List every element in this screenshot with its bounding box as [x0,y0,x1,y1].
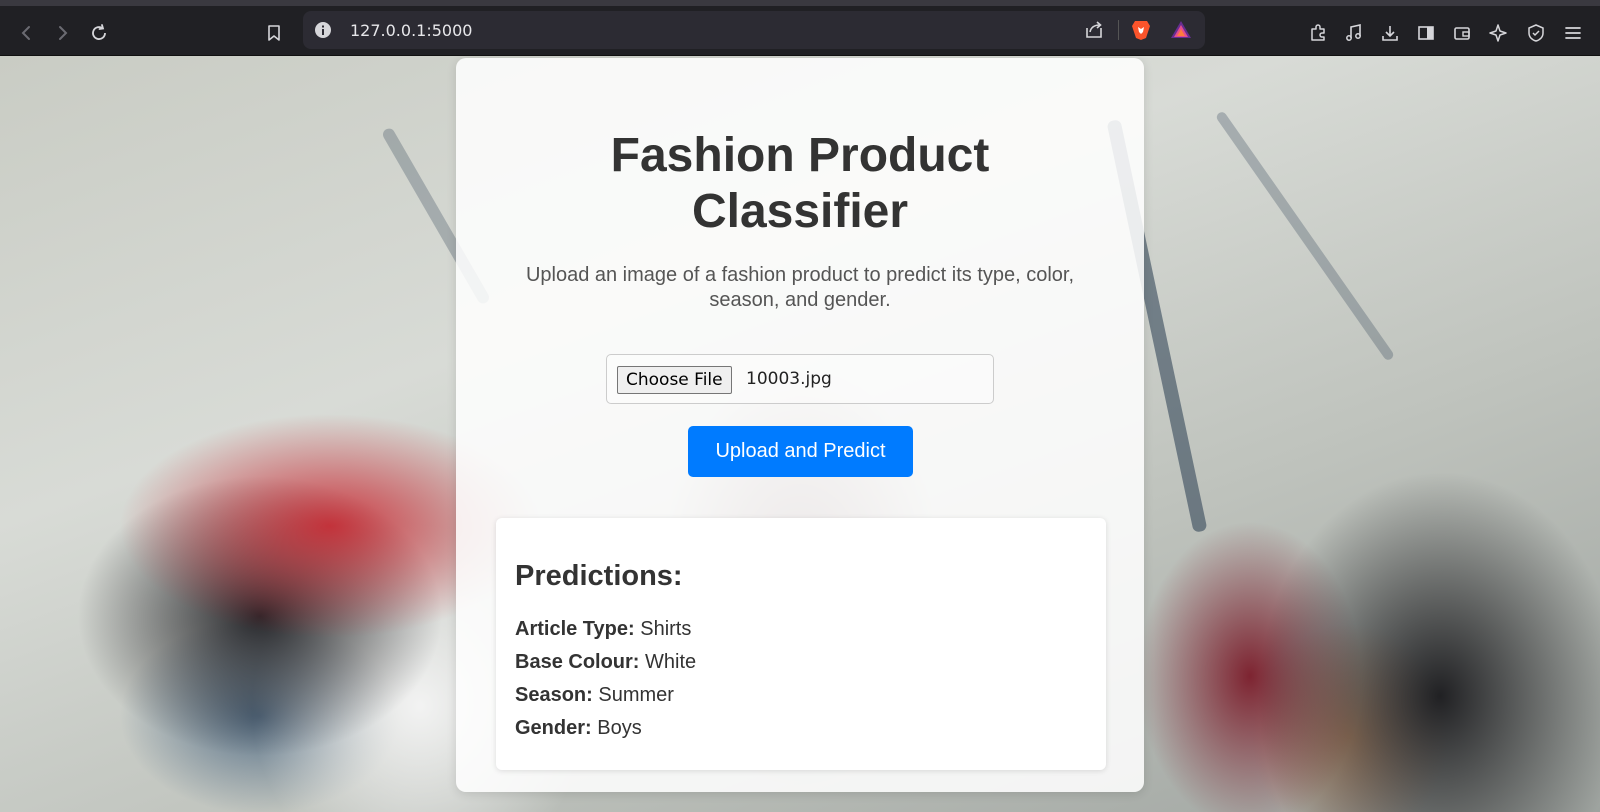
leo-ai-button[interactable] [1485,19,1513,47]
wallet-icon [1454,27,1470,40]
prediction-label: Base Colour: [515,651,640,673]
address-bar-divider [1118,20,1119,40]
subtitle-line-1: Upload an image of a fashion product to … [525,264,1075,286]
page-title-line-1: Fashion Product [610,129,990,182]
reload-button[interactable] [85,19,113,47]
prediction-label: Season: [515,684,593,706]
prediction-gender: Gender: Boys [515,717,642,740]
prediction-article-type: Article Type: Shirts [515,618,691,641]
media-button[interactable] [1340,19,1368,47]
puzzle-icon [1311,24,1325,41]
site-info-icon[interactable] [313,20,333,40]
prediction-label: Gender: [515,717,592,739]
page-subtitle: Upload an image of a fashion product to … [496,263,1104,313]
prediction-base-colour: Base Colour: White [515,651,696,674]
page-title-line-2: Classifier [691,185,909,238]
page-title: Fashion Product Classifier [456,128,1144,240]
reload-icon [92,24,106,40]
sparkle-icon [1489,24,1507,42]
bookmark-button[interactable] [260,19,288,47]
chevron-left-icon [21,26,30,40]
page-background: Fashion Product Classifier Upload an ima… [0,56,1600,812]
upload-and-predict-button[interactable]: Upload and Predict [688,426,913,477]
prediction-value: Boys [597,717,642,739]
url-text[interactable]: 127.0.0.1:5000 [350,21,472,40]
downloads-button[interactable] [1376,19,1404,47]
chevron-right-icon [59,26,68,40]
background-decoration [1214,110,1396,362]
choose-file-button[interactable]: Choose File [617,366,732,394]
prediction-season: Season: Summer [515,684,674,707]
prediction-value: Shirts [640,618,692,640]
subtitle-line-2: season, and gender. [709,289,891,311]
vpn-button[interactable] [1522,19,1550,47]
predictions-heading: Predictions: [515,560,683,592]
brave-rewards-icon[interactable] [1169,18,1193,42]
prediction-value: Summer [598,684,674,706]
music-note-icon [1346,24,1361,41]
prediction-label: Article Type: [515,618,635,640]
wallet-button[interactable] [1448,19,1476,47]
selected-file-name: 10003.jpg [746,369,832,389]
brave-shields-icon[interactable] [1129,18,1153,42]
share-icon[interactable] [1083,19,1105,41]
sidebar-icon [1418,26,1434,40]
predictions-panel: Predictions: Article Type: Shirts Base C… [496,518,1106,770]
back-button[interactable] [13,19,41,47]
classifier-card: Fashion Product Classifier Upload an ima… [456,58,1144,792]
browser-toolbar: 127.0.0.1:5000 [0,6,1600,56]
menu-button[interactable] [1559,19,1587,47]
download-icon [1382,26,1398,41]
shield-icon [1528,24,1544,42]
bookmark-icon [268,25,280,41]
extensions-button[interactable] [1304,19,1332,47]
forward-button[interactable] [48,19,76,47]
address-bar[interactable]: 127.0.0.1:5000 [303,11,1205,49]
sidebar-button[interactable] [1412,19,1440,47]
prediction-value: White [645,651,697,673]
file-input[interactable]: Choose File 10003.jpg [606,354,994,404]
hamburger-menu-icon [1565,27,1581,39]
